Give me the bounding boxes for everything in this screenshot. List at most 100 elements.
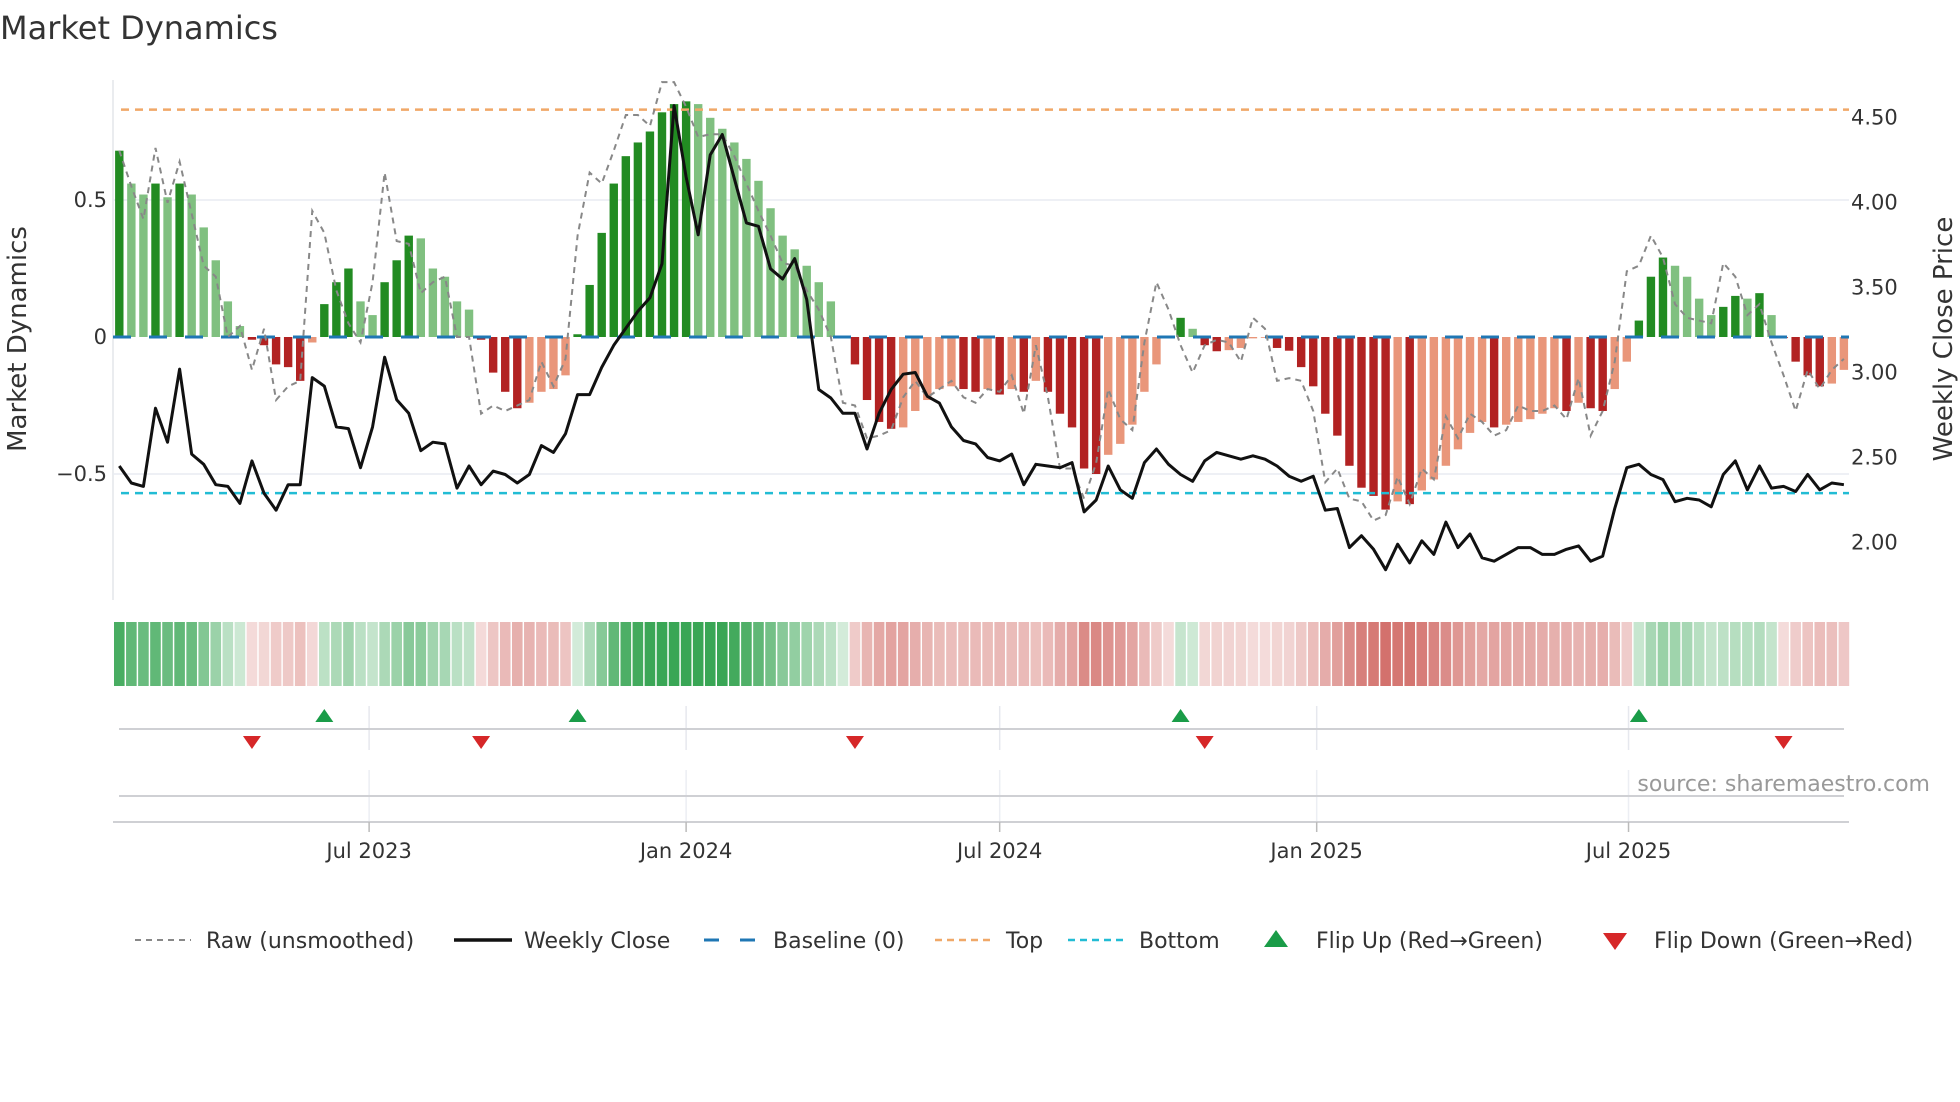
heat-strip-cell (1139, 622, 1150, 686)
dynamics-bar (1284, 337, 1294, 351)
dynamics-bar (1429, 337, 1439, 480)
dynamics-bar (1803, 337, 1812, 376)
dynamics-bar (163, 197, 172, 337)
heat-strip-cell (970, 622, 981, 686)
heat-strip-cell (608, 622, 620, 686)
heat-strip-cell (270, 622, 282, 686)
x-tick-label: Jul 2023 (324, 839, 411, 863)
dynamics-bar (1381, 337, 1390, 510)
heat-strip-cell (1428, 622, 1440, 686)
flip-down-marker (472, 736, 491, 749)
raw-line (118, 81, 1845, 522)
heat-strip-cell (861, 622, 873, 686)
dynamics-bar (1827, 337, 1837, 384)
dynamics-bar (995, 337, 1004, 395)
dynamics-bar (501, 337, 510, 392)
heat-strip-cell (1295, 622, 1307, 686)
dynamics-bar (199, 227, 208, 337)
dynamics-bar (862, 337, 872, 401)
heat-strip-cell (391, 622, 402, 686)
heat-strip-cell (994, 622, 1005, 686)
y-axis-label-left: Market Dynamics (3, 226, 33, 452)
dynamics-bar (151, 183, 160, 337)
y-tick-label-left: −0.5 (56, 462, 107, 486)
heat-strip-cell (922, 622, 933, 686)
heat-strip-cell (463, 622, 475, 686)
heat-strip-cell (801, 622, 813, 686)
heat-strip-cell (1211, 622, 1223, 686)
dynamics-bar (983, 337, 992, 390)
heat-strip-cell (511, 622, 523, 686)
dynamics-bar (621, 156, 631, 337)
heat-strip-cell (536, 622, 547, 686)
x-tick-label: Jul 2025 (1584, 839, 1671, 863)
heat-strip-cell (162, 622, 173, 686)
heat-strip-cell (1344, 622, 1355, 686)
dynamics-bar (283, 337, 293, 368)
dynamics-bar (1707, 315, 1716, 337)
dynamics-bar (573, 334, 582, 337)
heat-strip-cell (1730, 622, 1741, 686)
flip-up-marker (1629, 709, 1648, 722)
heat-strip-cell (355, 622, 366, 686)
flip-down-marker (1774, 736, 1793, 749)
heat-strip-cell (1163, 622, 1174, 686)
dynamics-bar (1128, 337, 1137, 425)
heat-strip-cell (692, 622, 704, 686)
heat-strip-cell (765, 622, 776, 686)
heat-strip-cell (294, 622, 306, 686)
dynamics-bar (1152, 337, 1161, 365)
heat-strip-cell (1681, 622, 1693, 686)
heat-strip-cell (1452, 622, 1464, 686)
heat-strip-cell (1440, 622, 1452, 686)
dynamics-bar (1550, 337, 1559, 409)
dynamics-bar (1441, 337, 1451, 466)
heat-strip-cell (475, 622, 487, 686)
heat-strip-cell (704, 622, 716, 686)
dynamics-bar (440, 276, 450, 337)
y-tick-label-right: 3.50 (1851, 276, 1898, 300)
dynamics-bar (754, 180, 763, 337)
dynamics-bar (1417, 337, 1426, 491)
dynamics-bar (380, 282, 389, 337)
heat-strip-cell (1537, 622, 1548, 686)
dynamics-bar (585, 284, 594, 337)
heat-strip-cell (825, 622, 837, 686)
heat-strip-cell (1657, 622, 1669, 686)
bars (115, 101, 1849, 510)
heat-strip-cell (1609, 622, 1621, 686)
chart-title: Market Dynamics (0, 9, 278, 47)
dynamics-bar (1393, 337, 1402, 502)
heat-strip-cell (1151, 622, 1162, 686)
heat-strip-cell (1223, 622, 1235, 686)
heat-strip-cell (114, 622, 125, 686)
heat-strip-cell (1621, 622, 1633, 686)
heat-strip-cell (885, 622, 897, 686)
heat-strip-cell (729, 622, 740, 686)
heat-strip-cell (282, 622, 294, 686)
dynamics-bar (1839, 337, 1849, 370)
heat-strip-cell (222, 622, 234, 686)
heat-strip-cell (680, 622, 692, 686)
x-ticks: Jul 2023 Jan 2024 Jul 2024 Jan 2025 Jul 2025 (324, 822, 1671, 863)
heat-strip-cell (210, 622, 222, 686)
dynamics-bar (1477, 337, 1487, 422)
heat-strip-cell (1187, 622, 1198, 686)
dynamics-bar (609, 183, 618, 337)
heat-strip-cell (1356, 622, 1367, 686)
heat-strip-cell (246, 622, 258, 686)
dynamics-bar (1622, 337, 1631, 362)
dynamics-bar (488, 337, 498, 373)
flip-down-marker (845, 736, 864, 749)
heat-strip-cell (620, 622, 632, 686)
dynamics-bar (320, 304, 329, 337)
x-tick-label: Jan 2025 (1268, 839, 1363, 863)
dynamics-bar (935, 337, 944, 390)
y-tick-label-right: 4.00 (1851, 191, 1898, 215)
dynamics-bar (959, 337, 968, 390)
heat-strip-cell (1018, 622, 1030, 686)
heat-strip-cell (717, 622, 728, 686)
dynamics-bar (1369, 337, 1378, 496)
dynamics-bar (1682, 276, 1692, 337)
heat-strip-cell (548, 622, 559, 686)
